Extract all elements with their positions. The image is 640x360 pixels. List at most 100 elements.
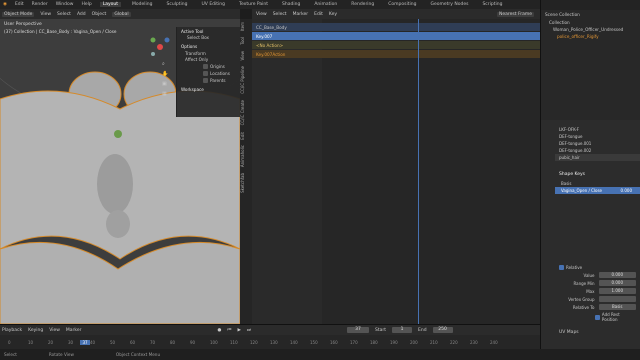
menu-view[interactable]: View (40, 12, 51, 17)
locations-option[interactable]: Locations (181, 71, 236, 76)
menu-add[interactable]: Add (77, 12, 86, 17)
shape-list-item[interactable]: LKF-OFK-F (555, 126, 640, 133)
shape-key-value: 0.000 (620, 188, 632, 193)
tab-view[interactable]: View (240, 48, 252, 64)
marker-menu[interactable]: Marker (66, 328, 82, 333)
tab-tool[interactable]: Tool (240, 34, 252, 48)
add-rest-option[interactable]: Add Rest Position (555, 311, 640, 323)
outliner-item[interactable]: Collection (541, 19, 640, 26)
frame-ruler[interactable]: 0 10 20 30 37 40 50 60 70 80 90 100 110 … (0, 335, 540, 349)
camera-icon[interactable]: ▣ (162, 81, 167, 87)
vertex-group-field[interactable] (598, 296, 636, 302)
transform-heading[interactable]: Transform (181, 51, 236, 56)
dopesheet-menu-edit[interactable]: Edit (314, 12, 323, 17)
end-field[interactable]: 250 (432, 327, 453, 333)
record-icon[interactable]: ● (217, 328, 221, 333)
parents-option[interactable]: Parents (181, 78, 236, 83)
dopesheet-menu-marker[interactable]: Marker (293, 12, 309, 17)
shape-list-item[interactable]: DEF-tongue.002 (555, 147, 640, 154)
shape-list-item[interactable]: DEF-tongue.001 (555, 140, 640, 147)
start-label: Start (375, 327, 386, 333)
jump-start-icon[interactable]: ⏮ (227, 327, 231, 333)
grid-icon[interactable]: ▦ (162, 91, 167, 97)
transform-orientation[interactable]: Global (112, 11, 131, 17)
zoom-icon[interactable]: ⌕ (162, 61, 165, 67)
blender-logo-icon[interactable]: ◉ (3, 2, 7, 7)
workspace-heading[interactable]: Workspace (181, 87, 236, 92)
shape-list-item[interactable]: pubic_hair (555, 154, 640, 161)
current-frame-line (418, 19, 419, 324)
tab-cc-pipeline[interactable]: CC/iC Pipeline (240, 63, 252, 97)
tab-cc-create[interactable]: CC/iC Create (240, 97, 252, 128)
tab-shading[interactable]: Shading (279, 2, 303, 7)
action-track (322, 41, 540, 49)
frame-tick: 120 (250, 339, 258, 345)
tab-texture-paint[interactable]: Texture Paint (236, 2, 271, 7)
tab-sculpting[interactable]: Sculpting (164, 2, 191, 7)
tab-animaholic[interactable]: Animaholic (240, 142, 252, 170)
tab-compositing[interactable]: Compositing (385, 2, 419, 7)
channel-key[interactable]: Key.007 (252, 32, 322, 40)
shape-list-item[interactable]: DEF-tongue (555, 133, 640, 140)
tab-animation[interactable]: Animation (311, 2, 340, 7)
origins-checkbox[interactable] (203, 64, 208, 69)
snapping-selector[interactable]: Nearest Frame (497, 11, 534, 17)
relative-option[interactable]: Relative (555, 264, 640, 271)
tab-edit[interactable]: Edit (240, 129, 252, 143)
uv-maps-heading[interactable]: UV Maps (555, 327, 640, 338)
range-min-field[interactable]: 0.000 (598, 280, 636, 286)
relative-checkbox[interactable] (559, 265, 564, 270)
view-menu[interactable]: View (49, 328, 60, 333)
shape-key-basis[interactable]: Basis (555, 180, 640, 187)
frame-tick: 140 (290, 339, 298, 345)
options-heading[interactable]: Options (181, 44, 236, 49)
menu-help[interactable]: Help (81, 2, 91, 7)
outliner-item[interactable]: police_officer_Rigify (541, 33, 640, 40)
playback-menu[interactable]: Playback (2, 328, 22, 333)
jump-end-icon[interactable]: ⏭ (247, 327, 251, 333)
channel-shapekey-action[interactable]: Key.007Action (252, 50, 322, 58)
parents-checkbox[interactable] (203, 78, 208, 83)
menu-render[interactable]: Render (32, 2, 48, 7)
shape-keys-heading[interactable]: Shape Keys (555, 169, 640, 180)
mode-selector[interactable]: Object Mode (2, 11, 35, 17)
tab-modeling[interactable]: Modeling (129, 2, 155, 7)
tab-layout[interactable]: Layout (99, 2, 122, 7)
value-field[interactable]: 0.000 (598, 272, 636, 278)
dopesheet-menu-select[interactable]: Select (273, 12, 287, 17)
navigation-gizmo[interactable] (150, 37, 170, 57)
start-field[interactable]: 1 (392, 327, 412, 333)
menu-window[interactable]: Window (56, 2, 74, 7)
pan-icon[interactable]: ✋ (162, 71, 168, 77)
dopesheet-area[interactable] (322, 19, 540, 324)
max-field[interactable]: 1.000 (598, 288, 636, 294)
add-rest-checkbox[interactable] (595, 314, 600, 320)
tab-geometry-nodes[interactable]: Geometry Nodes (427, 2, 471, 7)
relative-label: Relative (566, 265, 583, 270)
select-box-tool[interactable]: Select Box (181, 35, 236, 40)
vertex-group-label: Vertex Group (568, 296, 595, 302)
locations-checkbox[interactable] (203, 71, 208, 76)
current-frame-field[interactable]: 37 (347, 327, 369, 333)
tab-rendering[interactable]: Rendering (348, 2, 377, 7)
menu-select[interactable]: Select (57, 12, 71, 17)
frame-tick: 50 (110, 339, 116, 345)
origins-option[interactable]: Origins (181, 64, 236, 69)
tab-scripting[interactable]: Scripting (479, 2, 505, 7)
menu-object[interactable]: Object (92, 12, 107, 17)
shapekey-track (322, 50, 540, 58)
menu-edit[interactable]: Edit (15, 2, 24, 7)
keying-menu[interactable]: Keying (28, 328, 43, 333)
dopesheet-menu-key[interactable]: Key (329, 12, 337, 17)
tab-uv-editing[interactable]: UV Editing (199, 2, 228, 7)
dopesheet-menu-view[interactable]: View (256, 12, 267, 17)
outliner-item[interactable]: Woman_Police_Officer_Undressed (541, 26, 640, 33)
channel-object[interactable]: CC_Base_Body (252, 23, 322, 31)
tab-item[interactable]: Item (240, 19, 252, 34)
play-icon[interactable]: ▶ (237, 328, 240, 333)
relative-to-field[interactable]: Basis (598, 304, 636, 310)
channel-action[interactable]: <No Action> (252, 41, 322, 49)
frame-tick: 70 (150, 339, 156, 345)
tab-sketchfab[interactable]: Sketchfab (240, 170, 252, 196)
shape-key-active[interactable]: Vagina_Open / Close 0.000 (555, 187, 640, 194)
